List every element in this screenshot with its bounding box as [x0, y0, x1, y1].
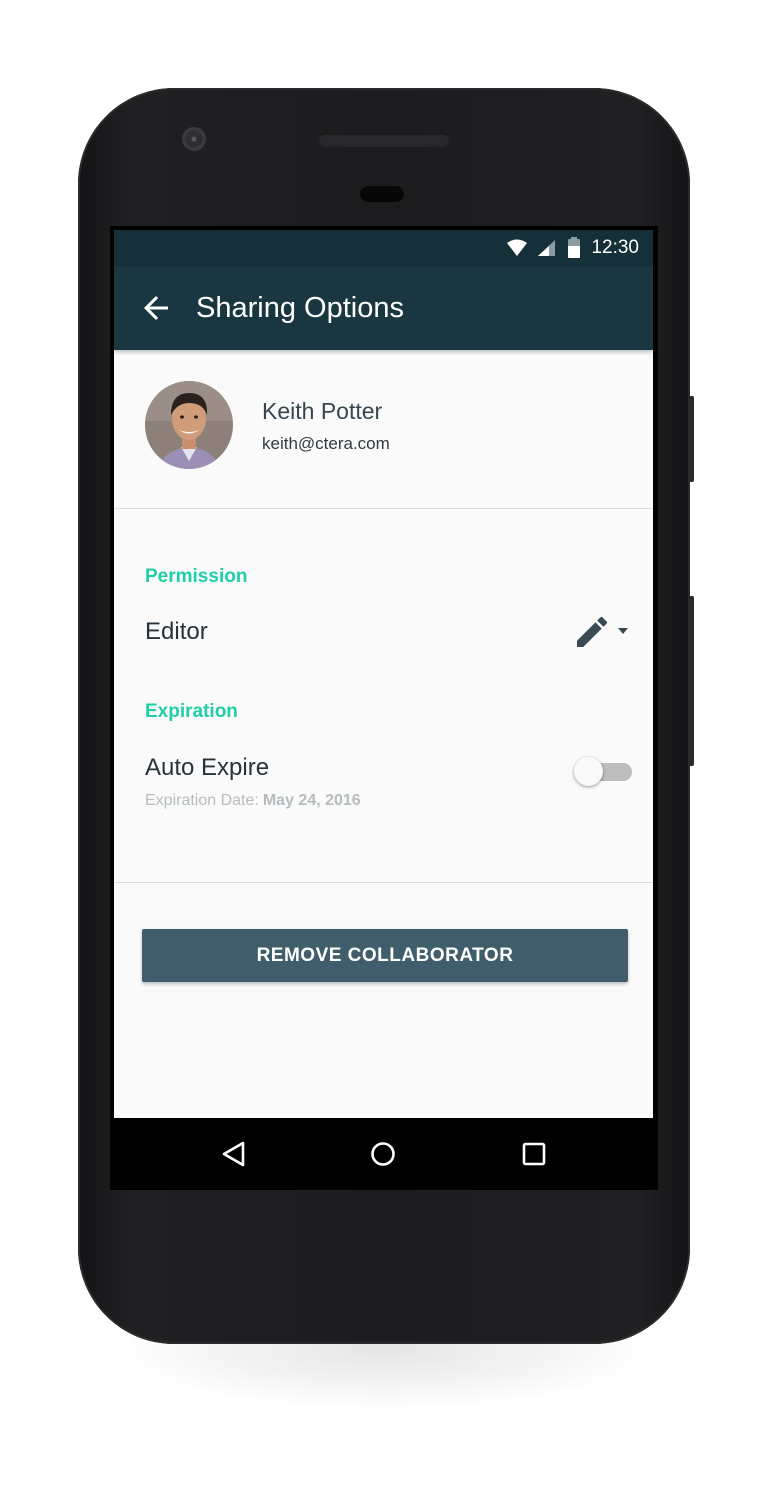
nav-home-button[interactable]: [361, 1134, 405, 1174]
caret-down-icon: [618, 628, 628, 634]
system-nav-bar: [110, 1118, 658, 1190]
nav-recents-button[interactable]: [512, 1134, 556, 1174]
expiration-section-label: Expiration: [145, 701, 238, 722]
permission-dropdown[interactable]: [572, 612, 634, 652]
toggle-knob: [574, 757, 603, 786]
permission-section-label: Permission: [145, 566, 248, 587]
expiration-date-value: May 24, 2016: [262, 792, 361, 809]
status-icons: 12:30: [507, 230, 639, 266]
wifi-icon: [507, 239, 528, 256]
auto-expire-toggle[interactable]: [574, 756, 634, 786]
app-bar: Sharing Options: [114, 266, 653, 350]
back-button[interactable]: [138, 290, 174, 326]
page-title: Sharing Options: [196, 292, 404, 324]
app-screen: 12:30 Sharing Options Keith Potter keith…: [114, 230, 653, 1118]
pencil-icon: [577, 616, 608, 647]
avatar-image: [145, 381, 233, 469]
collaborator-profile: Keith Potter keith@ctera.com: [114, 350, 653, 508]
recents-square-icon: [522, 1142, 546, 1166]
battery-icon: [568, 237, 581, 258]
divider: [114, 508, 653, 509]
expiration-date-label: Expiration Date:: [145, 792, 259, 809]
collaborator-email: keith@ctera.com: [262, 434, 390, 453]
collaborator-name: Keith Potter: [262, 398, 383, 424]
home-circle-icon: [371, 1142, 395, 1166]
remove-collaborator-button[interactable]: REMOVE COLLABORATOR: [142, 929, 628, 982]
front-camera: [182, 127, 206, 151]
cell-signal-icon: [538, 240, 556, 256]
divider: [114, 882, 653, 883]
expiration-date: Expiration Date: May 24, 2016: [145, 792, 361, 810]
power-button: [689, 396, 694, 482]
permission-value: Editor: [145, 618, 208, 645]
status-time: 12:30: [591, 237, 639, 258]
earpiece-speaker: [318, 133, 450, 147]
arrow-back-icon: [144, 296, 168, 320]
auto-expire-label: Auto Expire: [145, 754, 270, 781]
proximity-sensor: [360, 186, 404, 202]
nav-back-button[interactable]: [212, 1134, 256, 1174]
volume-button: [689, 596, 694, 766]
status-bar: 12:30: [114, 230, 653, 266]
avatar: [145, 381, 233, 469]
back-triangle-icon: [222, 1141, 245, 1167]
